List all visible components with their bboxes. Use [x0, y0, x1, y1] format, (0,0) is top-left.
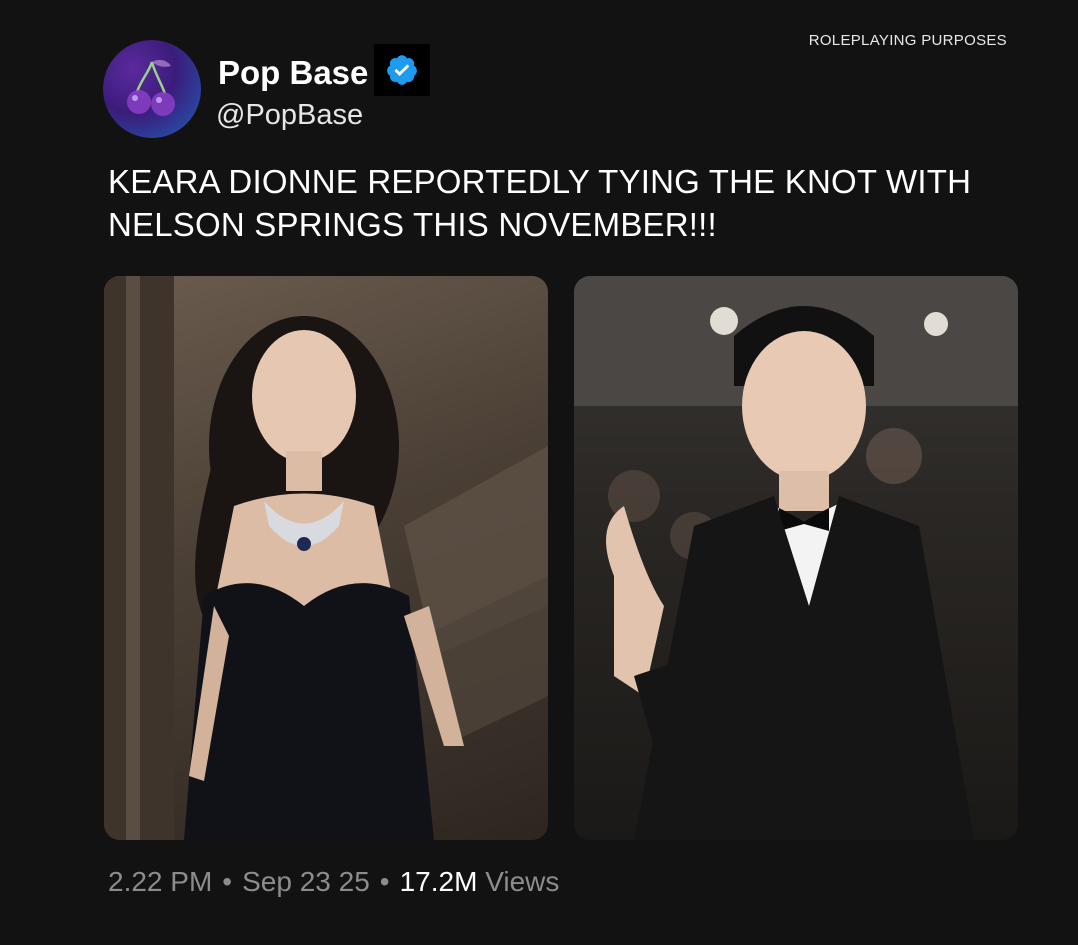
views-count: 17.2M	[399, 866, 478, 897]
views-label: Views	[485, 866, 560, 897]
name-row: Pop Base	[218, 44, 431, 96]
verified-badge-container	[374, 44, 431, 96]
cherry-icon	[127, 59, 175, 116]
avatar[interactable]	[103, 40, 201, 138]
meta-separator: •	[222, 866, 233, 897]
display-name[interactable]: Pop Base	[218, 54, 368, 92]
tweet-date[interactable]: Sep 23 25	[242, 866, 370, 897]
roleplay-disclaimer: ROLEPLAYING PURPOSES	[808, 32, 1007, 49]
account-handle[interactable]: @PopBase	[216, 99, 363, 132]
verified-badge-icon	[387, 55, 418, 85]
tweet-photo-man[interactable]	[574, 276, 1018, 840]
photo-woman-illustration	[104, 276, 548, 840]
tweet-meta: 2.22 PM • Sep 23 25 • 17.2M Views	[108, 866, 559, 898]
meta-separator: •	[379, 866, 390, 897]
photo-man-illustration	[574, 276, 1018, 840]
tweet-photo-woman[interactable]	[104, 276, 548, 840]
tweet-time: 2.22 PM	[108, 866, 213, 897]
tweet-text: KEARA DIONNE REPORTEDLY TYING THE KNOT W…	[108, 163, 972, 243]
